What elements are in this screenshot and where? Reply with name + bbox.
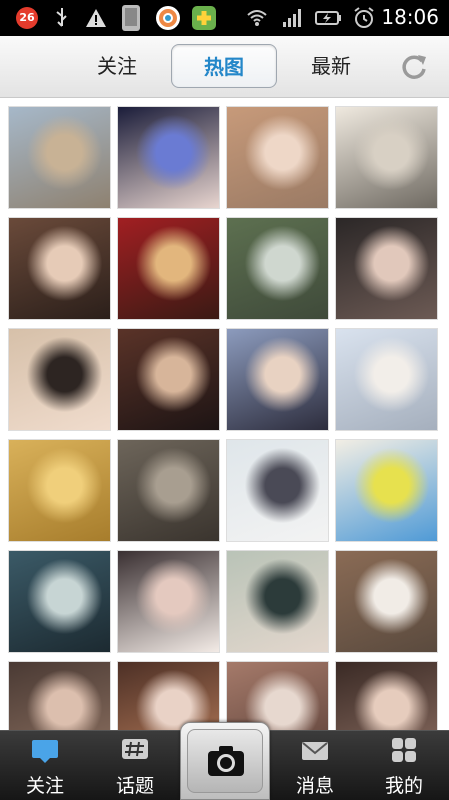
- usb-icon: [56, 8, 67, 27]
- nav-messages[interactable]: 消息: [270, 731, 360, 800]
- notification-badge[interactable]: 26: [16, 7, 38, 29]
- camera-button[interactable]: [180, 722, 270, 800]
- sd-card-icon: [122, 5, 140, 31]
- plus-app-icon: [192, 6, 216, 30]
- nav-mine-label: 我的: [384, 775, 423, 797]
- status-bar: 26 18:06: [0, 0, 449, 36]
- chat-bubble-icon: [32, 740, 58, 763]
- photo-thumbnail[interactable]: [8, 550, 111, 653]
- photo-grid: [0, 98, 449, 730]
- photo-thumbnail[interactable]: [117, 550, 220, 653]
- photo-thumbnail[interactable]: [8, 661, 111, 730]
- tab-hot[interactable]: 热图: [171, 44, 277, 88]
- photo-thumbnail[interactable]: [226, 550, 329, 653]
- clock: 18:06: [381, 5, 439, 29]
- nav-messages-label: 消息: [295, 775, 334, 797]
- photo-thumbnail[interactable]: [8, 439, 111, 542]
- tab-follow[interactable]: 关注: [72, 44, 162, 88]
- warning-icon: [86, 9, 106, 27]
- refresh-icon[interactable]: [398, 51, 430, 83]
- photo-thumbnail[interactable]: [335, 661, 438, 730]
- nav-topics-label: 话题: [115, 775, 154, 797]
- nav-follow-label: 关注: [25, 775, 64, 797]
- app-icon: [156, 6, 180, 30]
- photo-thumbnail[interactable]: [117, 439, 220, 542]
- nav-topics[interactable]: 话题: [90, 731, 180, 800]
- photo-thumbnail[interactable]: [8, 217, 111, 320]
- photo-thumbnail[interactable]: [335, 217, 438, 320]
- hashtag-icon: [122, 739, 148, 759]
- camera-icon: [208, 746, 244, 776]
- photo-thumbnail[interactable]: [335, 106, 438, 209]
- photo-thumbnail[interactable]: [8, 328, 111, 431]
- signal-icon: [283, 9, 301, 27]
- photo-thumbnail[interactable]: [226, 661, 329, 730]
- nav-follow[interactable]: 关注: [0, 731, 90, 800]
- photo-thumbnail[interactable]: [335, 328, 438, 431]
- envelope-icon: [302, 742, 328, 760]
- tab-new[interactable]: 最新: [286, 44, 376, 88]
- photo-thumbnail[interactable]: [117, 328, 220, 431]
- photo-thumbnail[interactable]: [8, 106, 111, 209]
- nav-mine[interactable]: 我的: [359, 731, 449, 800]
- photo-thumbnail[interactable]: [117, 661, 220, 730]
- photo-thumbnail[interactable]: [117, 217, 220, 320]
- photo-thumbnail[interactable]: [226, 106, 329, 209]
- grid-menu-icon: [392, 738, 416, 762]
- wifi-icon: [247, 10, 267, 26]
- photo-thumbnail[interactable]: [335, 439, 438, 542]
- alarm-icon: [354, 7, 374, 28]
- photo-thumbnail[interactable]: [226, 328, 329, 431]
- photo-thumbnail[interactable]: [226, 217, 329, 320]
- battery-charging-icon: [315, 11, 341, 25]
- photo-thumbnail[interactable]: [226, 439, 329, 542]
- camera-button-face: [187, 729, 263, 793]
- tab-header: 关注 热图 最新: [0, 36, 449, 98]
- photo-thumbnail[interactable]: [117, 106, 220, 209]
- photo-thumbnail[interactable]: [335, 550, 438, 653]
